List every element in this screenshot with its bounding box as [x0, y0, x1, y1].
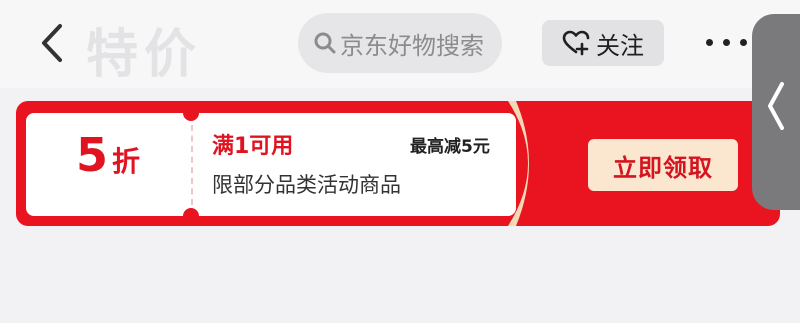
- more-button[interactable]: [704, 36, 748, 50]
- search-icon: [314, 32, 336, 54]
- discount-unit: 折: [112, 145, 141, 178]
- discount-number: 5: [76, 128, 109, 182]
- claim-coupon-button[interactable]: 立即领取: [588, 139, 738, 191]
- page-title: 特价: [86, 25, 203, 85]
- chevron-left-icon: [768, 82, 784, 130]
- search-input[interactable]: 京东好物搜索: [298, 13, 502, 73]
- heart-plus-icon: [562, 30, 590, 56]
- coupon-notch-bottom: [183, 208, 199, 224]
- search-placeholder: 京东好物搜索: [340, 31, 484, 60]
- back-arrow-icon: [42, 24, 62, 62]
- follow-button[interactable]: 关注: [542, 20, 664, 66]
- coupon-max-discount: 最高减5元: [410, 137, 490, 157]
- coupon-condition: 满1可用: [212, 134, 294, 159]
- coupon-scope: 限部分品类活动商品: [212, 173, 401, 197]
- back-button[interactable]: [36, 22, 70, 64]
- top-bar: 特价 京东好物搜索 关注: [0, 0, 800, 88]
- coupon-notch-top: [183, 105, 199, 121]
- follow-label: 关注: [596, 31, 644, 60]
- side-drawer-handle[interactable]: [752, 14, 800, 210]
- coupon-dashed-divider: [191, 125, 193, 205]
- discount-value: 5折: [76, 128, 140, 182]
